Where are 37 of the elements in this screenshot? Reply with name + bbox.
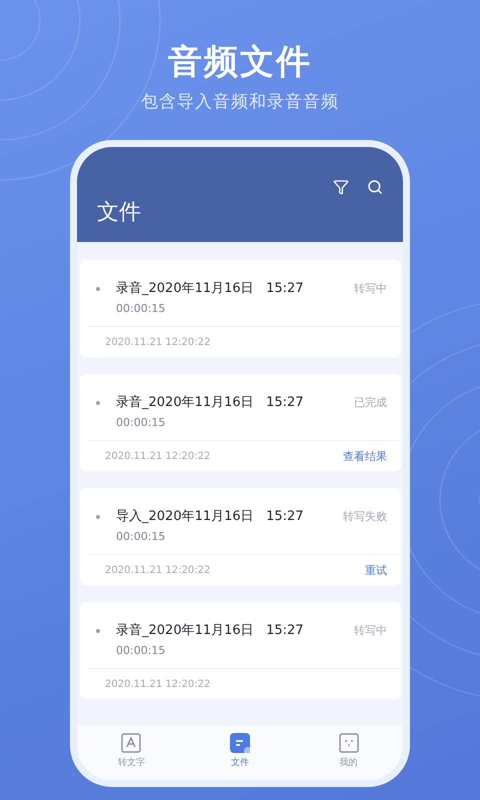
file-card[interactable]: 导入_2020年11月16日 15:27 00:00:15 转写失败 2020.11.21 12:20:22 重试: [80, 488, 401, 585]
face-square-icon: [338, 733, 359, 753]
file-status: 已完成: [354, 395, 387, 410]
search-icon[interactable]: [367, 179, 383, 195]
file-card[interactable]: 录音_2020年11月16日 15:27 00:00:15 转写中 2020.11.21 12:20:22: [80, 260, 401, 357]
action-link[interactable]: 查看结果: [343, 448, 387, 464]
file-name: 导入_2020年11月16日 15:27: [116, 508, 304, 526]
file-name: 录音_2020年11月16日 15:27: [116, 280, 304, 298]
font-icon: [121, 733, 142, 753]
bullet-icon: [96, 287, 100, 291]
headline: 音频文件: [168, 41, 312, 84]
tab[interactable]: 文件: [204, 733, 275, 769]
file-duration: 00:00:15: [116, 529, 166, 545]
file-duration: 00:00:15: [116, 301, 166, 317]
file-date: 2020.11.21 12:20:22: [105, 336, 210, 348]
file-name: 录音_2020年11月16日 15:27: [116, 394, 304, 412]
subheadline: 包含导入音频和录音音频: [141, 91, 339, 114]
file-card[interactable]: 录音_2020年11月16日 15:27 00:00:15 已完成 2020.11.21 12:20:22 查看结果: [80, 374, 401, 471]
page-title: 文件: [97, 199, 142, 227]
bullet-icon: [96, 629, 100, 633]
tab[interactable]: 转文字: [96, 733, 166, 769]
tab[interactable]: 我的: [314, 733, 384, 769]
file-date: 2020.11.21 12:20:22: [105, 564, 210, 576]
action-link[interactable]: 重试: [365, 562, 387, 578]
filter-icon[interactable]: [333, 179, 349, 195]
file-date: 2020.11.21 12:20:22: [105, 450, 210, 462]
file-card[interactable]: 录音_2020年11月16日 15:27 00:00:15 转写中 2020.11.21 12:20:22: [80, 602, 401, 699]
file-status: 转写中: [354, 623, 387, 638]
file-duration: 00:00:15: [116, 643, 166, 659]
document-icon: [230, 733, 250, 753]
file-status: 转写失败: [343, 509, 387, 524]
bullet-icon: [96, 515, 100, 519]
file-date: 2020.11.21 12:20:22: [105, 678, 210, 690]
file-duration: 00:00:15: [116, 415, 166, 431]
bullet-icon: [96, 401, 100, 405]
file-name: 录音_2020年11月16日 15:27: [116, 622, 304, 640]
file-status: 转写中: [354, 281, 387, 296]
